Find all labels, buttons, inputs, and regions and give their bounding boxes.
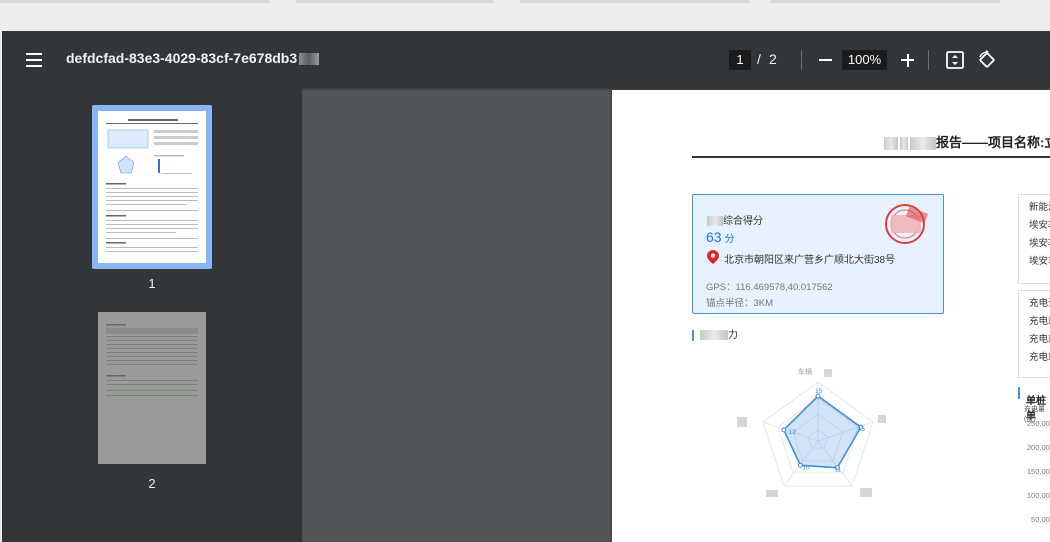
redacted-mark	[824, 369, 832, 377]
pdf-viewer: defdcfad-83e3-4029-83cf-7e678db3 1 / 2 1…	[2, 31, 1050, 542]
report-title: 报告——项目名称:立	[884, 132, 1050, 151]
redacted-mark	[737, 417, 747, 427]
report-title-text: 报告——项目名称:立	[936, 135, 1050, 150]
y-tick-label: 100,000	[1026, 491, 1050, 500]
thumbnail-page	[98, 111, 206, 263]
total-pages: 2	[769, 51, 777, 67]
tab-shadow	[520, 0, 750, 3]
csdn-watermark: CSDN @造糖主义	[858, 518, 980, 535]
tab-shadow	[296, 0, 494, 3]
radar-value-label: 10	[802, 464, 810, 471]
section-marker	[692, 329, 694, 341]
info-line: 埃安车	[1029, 256, 1050, 267]
thumbnail-preview	[106, 119, 198, 252]
toolbar-divider	[801, 50, 802, 70]
y-tick-label: 250,000	[1026, 419, 1050, 428]
info-line: 新能源	[1029, 202, 1050, 213]
browser-tab-strip	[0, 0, 1050, 31]
thumbnail-preview	[106, 324, 198, 396]
address-text: 北京市朝阳区来广营乡广顺北大街38号	[724, 255, 896, 266]
radar-value-label: 11	[834, 467, 841, 474]
rotate-button[interactable]	[975, 48, 999, 72]
redacted-mark	[878, 415, 886, 423]
title-divider	[692, 156, 1050, 158]
radar-value-label: 15	[858, 426, 866, 433]
minus-icon	[819, 59, 832, 61]
gps-text: GPS：116.469578,40.017562	[706, 282, 833, 293]
radar-axis-label-top: 车辆	[798, 367, 812, 376]
rotate-icon	[979, 50, 995, 68]
radar-value-label: 15	[815, 388, 823, 395]
y-tick-label: 150,000	[1026, 467, 1050, 476]
radar-chart: 15 15 11 10 12 车辆	[737, 367, 886, 497]
zoom-level-input[interactable]: 100%	[842, 50, 887, 70]
redacted-mark	[707, 216, 723, 227]
tab-shadow	[0, 0, 270, 3]
y-tick-label: 50,000	[1031, 515, 1050, 524]
radar-point	[781, 427, 787, 433]
redacted-mark	[299, 53, 320, 66]
location-pin-icon	[707, 250, 719, 264]
pdf-page: 报告——项目名称:立 综合得分 63 分 北京市朝阳区来广营乡广顺北大街38号 G…	[612, 90, 1050, 542]
page-number-input[interactable]: 1	[729, 50, 751, 70]
thumbnail-sidebar: 1 2	[2, 88, 302, 542]
fit-page-icon	[946, 51, 964, 69]
pdf-toolbar: defdcfad-83e3-4029-83cf-7e678db3 1 / 2 1…	[2, 31, 1050, 88]
page-thumbnail-1[interactable]	[92, 105, 212, 269]
document-title: defdcfad-83e3-4029-83cf-7e678db3	[66, 50, 320, 66]
menu-button[interactable]	[22, 48, 46, 72]
info-box-charging: 充电设 充电站 充电站 充电站	[1018, 290, 1050, 378]
section-marker	[1018, 387, 1020, 399]
redacted-mark	[860, 488, 872, 497]
redacted-mark	[910, 137, 936, 151]
score-label-text: 综合得分	[723, 216, 763, 227]
info-line: 充电站	[1029, 352, 1050, 363]
y-tick-label: 200,000	[1026, 443, 1050, 452]
official-seal-icon	[885, 204, 929, 244]
info-line: 埃安车	[1029, 220, 1050, 231]
document-title-text: defdcfad-83e3-4029-83cf-7e678db3	[66, 50, 298, 66]
toolbar-divider	[928, 50, 929, 70]
score-label: 综合得分	[707, 212, 763, 227]
page-separator: /	[757, 51, 761, 67]
thumbnail-label-2: 2	[148, 476, 156, 491]
score-value: 63 分	[706, 229, 735, 245]
redacted-mark	[884, 137, 898, 151]
power-section-label: 力	[692, 326, 738, 341]
fit-to-page-button[interactable]	[943, 48, 967, 72]
score-number: 63	[706, 229, 722, 245]
score-card: 综合得分 63 分 北京市朝阳区来广营乡广顺北大街38号 GPS：116.4695…	[692, 194, 944, 314]
info-line: 充电设	[1029, 298, 1050, 309]
zoom-in-button[interactable]	[895, 48, 919, 72]
info-box-new-energy: 新能源 埃安车 埃安车 埃安车	[1018, 194, 1050, 284]
info-line: 埃安车	[1029, 238, 1050, 249]
redacted-mark	[900, 137, 908, 151]
page-thumbnail-2[interactable]	[98, 312, 206, 464]
info-line: 充电站	[1029, 316, 1050, 327]
radar-value-label: 12	[789, 429, 797, 436]
power-label-text: 力	[728, 330, 738, 341]
redacted-mark	[700, 330, 728, 341]
score-unit: 分	[724, 234, 735, 245]
redacted-mark	[766, 490, 778, 497]
tab-shadow	[770, 0, 1000, 3]
thumbnail-label-1: 1	[148, 276, 156, 291]
radius-text: 锚点半径：3KM	[706, 298, 774, 309]
info-line: 充电站	[1029, 334, 1050, 345]
zoom-out-button[interactable]	[813, 48, 837, 72]
